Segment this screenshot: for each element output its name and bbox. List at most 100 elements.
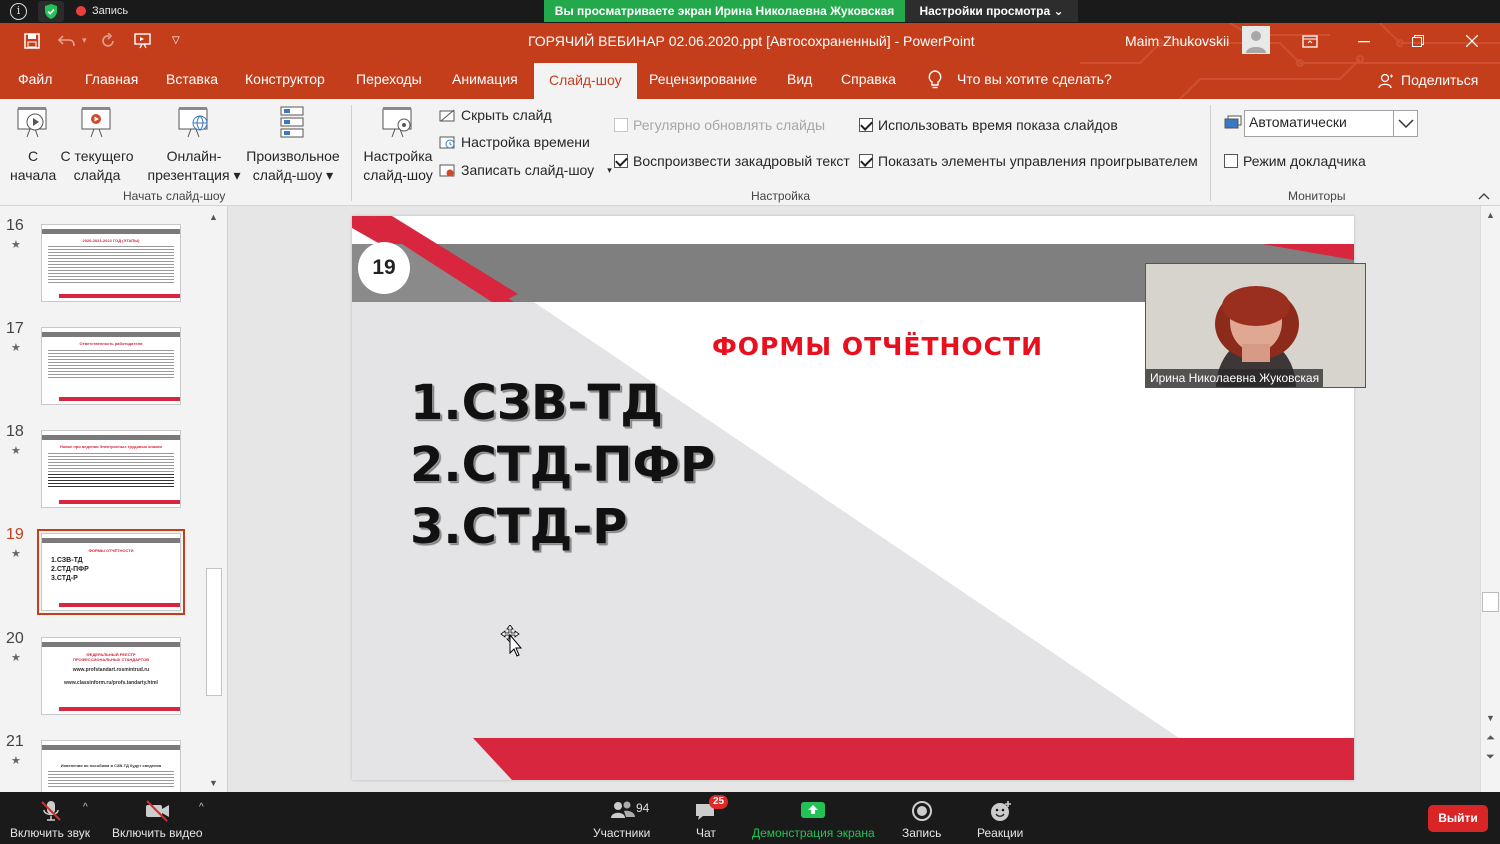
play-from-current-icon [81,107,111,138]
record-dropdown-icon[interactable]: ▾ [607,165,612,176]
move-cursor-icon [500,625,523,657]
recording-indicator[interactable]: Запись [76,2,128,20]
chat-unread-badge: 25 [709,795,729,809]
microphone-muted-icon[interactable] [40,800,62,822]
tab-review[interactable]: Рецензирование [649,71,757,87]
reactions-smiley-icon[interactable] [989,800,1013,822]
info-icon[interactable]: i [10,3,27,20]
scroll-down-icon[interactable]: ▼ [209,778,218,788]
ribbon-slideshow: Сначала С текущего слайда Онлайн-презента… [0,99,1500,206]
speaker-video-tile[interactable]: Ирина Николаевна Жуковская [1145,263,1366,388]
customize-qat-icon[interactable]: ▽ [172,35,180,46]
online-presentation-button[interactable]: Онлайн-презентация ▾ [146,105,242,185]
thumbnail-number: 19 [6,526,24,543]
from-current-button[interactable]: С текущего слайда [60,105,134,185]
participants-icon[interactable] [610,800,636,820]
share-person-icon[interactable] [1378,73,1394,89]
share-button[interactable]: Поделиться [1401,72,1478,88]
view-options-button[interactable]: Настройки просмотра ⌄ [905,0,1078,22]
monitor-icon [1224,115,1242,129]
custom-slideshow-button[interactable]: Произвольное слайд-шоу ▾ [242,105,344,185]
record-slideshow-button[interactable]: Записать слайд-шоу ▾ [439,162,612,178]
show-controls-checkbox[interactable]: Показать элементы управления проигрывате… [859,153,1198,169]
list-item: 3.СТД-Р [410,499,628,555]
chevron-down-icon[interactable] [1393,111,1417,136]
thumbnails-scrollbar[interactable]: ▲ ▼ [204,208,224,790]
video-options-chevron-icon[interactable]: ^ [199,802,204,813]
redo-icon[interactable] [100,33,116,49]
next-slide-icon[interactable]: ⏷ [1486,751,1495,764]
slide-thumbnail-17[interactable]: Ответственность работодателя [41,327,181,405]
checkbox-checked-icon [859,154,873,168]
ribbon-display-icon[interactable] [1302,35,1318,48]
video-off-icon[interactable] [145,800,171,822]
start-slideshow-icon[interactable] [134,33,152,49]
tab-help[interactable]: Справка [841,71,896,87]
from-start-button[interactable]: Сначала [10,105,56,185]
rehearse-timings-button[interactable]: Настройка времени [439,134,590,150]
leave-meeting-button[interactable]: Выйти [1428,805,1488,832]
avatar[interactable] [1242,26,1270,54]
play-narration-checkbox[interactable]: Воспроизвести закадровый текст [614,153,850,169]
tab-view[interactable]: Вид [787,71,812,87]
scrollbar-thumb[interactable] [1482,592,1499,612]
animation-star-icon: ★ [11,342,21,354]
tab-transitions[interactable]: Переходы [356,71,422,87]
record-dot-icon [76,6,86,16]
setup-slideshow-icon [382,107,412,138]
checkbox-icon [614,118,628,132]
setup-slideshow-button[interactable]: Настройка слайд-шоу [361,105,435,185]
close-icon[interactable] [1466,35,1478,47]
share-screen-icon[interactable] [801,800,825,820]
undo-dropdown-icon[interactable]: ▾ [82,35,87,46]
scrollbar-thumb[interactable] [206,568,222,696]
collapse-ribbon-icon[interactable] [1478,192,1490,200]
slide-scrollbar[interactable]: ▲ ▼ ⏶ ⏷ [1480,206,1500,792]
thumbnail-number: 17 [6,320,24,337]
tab-slideshow[interactable]: Слайд-шоу [534,63,637,99]
minimize-icon[interactable] [1358,41,1370,43]
scroll-up-icon[interactable]: ▲ [1486,210,1495,220]
participants-label[interactable]: Участники [593,826,650,840]
update-slides-checkbox[interactable]: Регулярно обновлять слайды [614,117,825,133]
tab-home[interactable]: Главная [85,71,138,87]
previous-slide-icon[interactable]: ⏶ [1486,732,1495,745]
zoom-top-bar: i Запись Вы просматриваете экран Ирина Н… [0,0,1500,23]
tab-insert[interactable]: Вставка [166,71,218,87]
tab-file[interactable]: Файл [18,71,52,87]
restore-icon[interactable] [1412,35,1424,47]
share-screen-label[interactable]: Демонстрация экрана [752,826,875,840]
monitor-select[interactable]: Автоматически [1244,110,1418,137]
reactions-label[interactable]: Реакции [977,826,1023,840]
scroll-up-icon[interactable]: ▲ [209,212,218,222]
animation-star-icon: ★ [11,755,21,767]
user-avatar-icon [1246,31,1266,53]
security-shield-icon[interactable] [38,1,64,22]
list-item: 1.СЗВ-ТД [410,375,663,431]
scroll-down-icon[interactable]: ▼ [1486,713,1495,723]
presenter-view-checkbox[interactable]: Режим докладчика [1224,153,1366,169]
start-video-label[interactable]: Включить видео [112,826,203,840]
user-name[interactable]: Maim Zhukovskii [1125,33,1229,49]
slide-thumbnail-19[interactable]: ФОРМЫ ОТЧЁТНОСТИ 1.СЗВ-ТД 2.СТД-ПФР 3.СТД-… [37,529,185,615]
window-title: ГОРЯЧИЙ ВЕБИНАР 02.06.2020.ppt [Автосохр… [528,33,975,49]
list-item: 2.СТД-ПФР [410,437,716,493]
thumbnail-number: 18 [6,423,24,440]
save-icon[interactable] [24,33,40,49]
chat-label[interactable]: Чат [696,826,716,840]
group-label-monitors: Мониторы [1288,189,1346,203]
audio-options-chevron-icon[interactable]: ^ [83,802,88,813]
record-icon[interactable] [911,800,933,822]
slide-thumbnail-20[interactable]: ФЕДЕРАЛЬНЫЙ РЕЕСТР ПРОФЕССИОНАЛЬНЫХ СТАН… [41,637,181,715]
slide-thumbnail-16[interactable]: 2020-2021-2022 ГОД (ЭТАПЫ) [41,224,181,302]
hide-slide-button[interactable]: Скрыть слайд [439,107,552,123]
use-timings-checkbox[interactable]: Использовать время показа слайдов [859,117,1118,133]
slide-thumbnail-18[interactable]: Новое при ведении Электронных трудовых к… [41,430,181,508]
slide-number-badge: 19 [358,242,410,294]
record-label[interactable]: Запись [902,826,941,840]
unmute-label[interactable]: Включить звук [10,826,90,840]
tab-animations[interactable]: Анимация [452,71,518,87]
tab-design[interactable]: Конструктор [245,71,325,87]
tell-me-search[interactable]: Что вы хотите сделать? [957,71,1112,87]
undo-icon[interactable] [58,34,76,48]
